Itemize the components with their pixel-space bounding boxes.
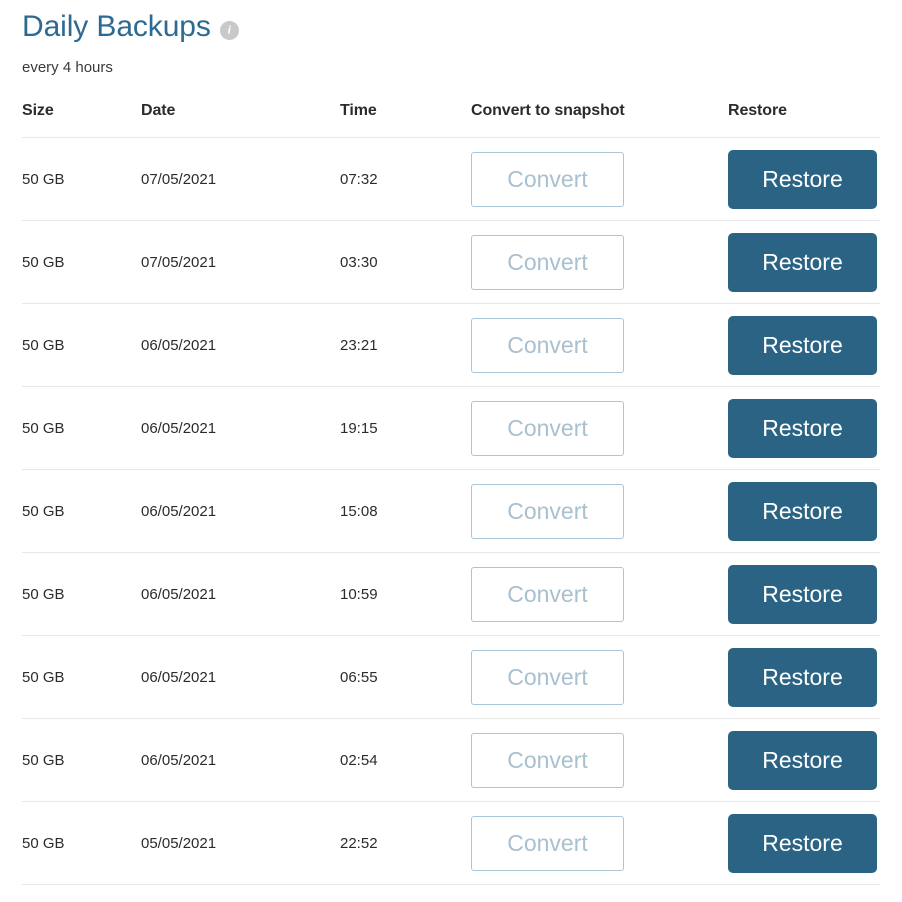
cell-restore: Restore: [728, 553, 880, 636]
column-header-time: Time: [340, 102, 377, 119]
cell-restore: Restore: [728, 802, 880, 885]
cell-date: 05/05/2021: [141, 834, 217, 852]
cell-restore: Restore: [728, 304, 880, 387]
table-body: 50 GB 07/05/2021 07:32 Convert Restore 50 GB 0…: [22, 137, 880, 885]
page-header: Daily Backups i: [22, 0, 880, 45]
cell-size: 50 GB: [22, 668, 65, 686]
cell-date: 07/05/2021: [141, 253, 217, 271]
backups-table: Size Date Time Convert to snapshot Resto…: [22, 102, 880, 885]
cell-date: 06/05/2021: [141, 336, 217, 354]
cell-date: 06/05/2021: [141, 751, 217, 769]
table-row: 50 GB 06/05/2021 06:55 Convert Restore: [22, 635, 880, 719]
cell-convert: Convert: [471, 221, 728, 304]
table-header: Size Date Time Convert to snapshot Resto…: [22, 102, 880, 138]
column-header-size: Size: [22, 102, 54, 119]
restore-button[interactable]: Restore: [728, 730, 877, 790]
cell-size: 50 GB: [22, 170, 65, 188]
restore-button[interactable]: Restore: [728, 315, 877, 375]
cell-date: 07/05/2021: [141, 170, 217, 188]
cell-time: 19:15: [340, 419, 378, 437]
cell-size: 50 GB: [22, 585, 65, 603]
cell-time: 02:54: [340, 751, 378, 769]
cell-restore: Restore: [728, 221, 880, 304]
page-title: Daily Backups: [22, 10, 211, 43]
table-row: 50 GB 07/05/2021 03:30 Convert Restore: [22, 220, 880, 304]
daily-backups-page: Daily Backups i every 4 hours Size Date …: [0, 0, 902, 902]
cell-time: 15:08: [340, 502, 378, 520]
cell-convert: Convert: [471, 636, 728, 719]
convert-button[interactable]: Convert: [471, 566, 624, 622]
restore-button[interactable]: Restore: [728, 149, 877, 209]
cell-convert: Convert: [471, 802, 728, 885]
cell-size: 50 GB: [22, 502, 65, 520]
cell-date: 06/05/2021: [141, 585, 217, 603]
cell-size: 50 GB: [22, 419, 65, 437]
table-row: 50 GB 06/05/2021 23:21 Convert Restore: [22, 303, 880, 387]
table-row: 50 GB 06/05/2021 19:15 Convert Restore: [22, 386, 880, 470]
cell-date: 06/05/2021: [141, 502, 217, 520]
convert-button[interactable]: Convert: [471, 483, 624, 539]
table-row: 50 GB 06/05/2021 02:54 Convert Restore: [22, 718, 880, 802]
restore-button[interactable]: Restore: [728, 647, 877, 707]
cell-restore: Restore: [728, 719, 880, 802]
convert-button[interactable]: Convert: [471, 317, 624, 373]
cell-time: 06:55: [340, 668, 378, 686]
convert-button[interactable]: Convert: [471, 649, 624, 705]
cell-time: 03:30: [340, 253, 378, 271]
backup-frequency-subtitle: every 4 hours: [22, 59, 113, 76]
column-header-date: Date: [141, 102, 176, 119]
cell-time: 23:21: [340, 336, 378, 354]
cell-size: 50 GB: [22, 834, 65, 852]
cell-size: 50 GB: [22, 336, 65, 354]
restore-button[interactable]: Restore: [728, 232, 877, 292]
convert-button[interactable]: Convert: [471, 151, 624, 207]
cell-restore: Restore: [728, 636, 880, 719]
table-header-row: Size Date Time Convert to snapshot Resto…: [22, 102, 880, 138]
restore-button[interactable]: Restore: [728, 564, 877, 624]
cell-convert: Convert: [471, 470, 728, 553]
cell-convert: Convert: [471, 387, 728, 470]
table-row: 50 GB 06/05/2021 15:08 Convert Restore: [22, 469, 880, 553]
cell-date: 06/05/2021: [141, 419, 217, 437]
cell-restore: Restore: [728, 387, 880, 470]
convert-button[interactable]: Convert: [471, 732, 624, 788]
cell-date: 06/05/2021: [141, 668, 217, 686]
table-row: 50 GB 05/05/2021 22:52 Convert Restore: [22, 801, 880, 885]
cell-convert: Convert: [471, 138, 728, 221]
info-icon[interactable]: i: [219, 20, 239, 40]
cell-time: 22:52: [340, 834, 378, 852]
column-header-convert: Convert to snapshot: [471, 102, 625, 119]
cell-convert: Convert: [471, 553, 728, 636]
restore-button[interactable]: Restore: [728, 398, 877, 458]
table-row: 50 GB 07/05/2021 07:32 Convert Restore: [22, 137, 880, 221]
cell-restore: Restore: [728, 138, 880, 221]
convert-button[interactable]: Convert: [471, 400, 624, 456]
restore-button[interactable]: Restore: [728, 481, 877, 541]
cell-time: 10:59: [340, 585, 378, 603]
table-row: 50 GB 06/05/2021 10:59 Convert Restore: [22, 552, 880, 636]
info-icon-glyph: i: [227, 22, 231, 37]
cell-size: 50 GB: [22, 253, 65, 271]
convert-button[interactable]: Convert: [471, 234, 624, 290]
restore-button[interactable]: Restore: [728, 813, 877, 873]
cell-convert: Convert: [471, 304, 728, 387]
cell-restore: Restore: [728, 470, 880, 553]
cell-time: 07:32: [340, 170, 378, 188]
cell-size: 50 GB: [22, 751, 65, 769]
column-header-restore: Restore: [728, 102, 787, 119]
convert-button[interactable]: Convert: [471, 815, 624, 871]
cell-convert: Convert: [471, 719, 728, 802]
